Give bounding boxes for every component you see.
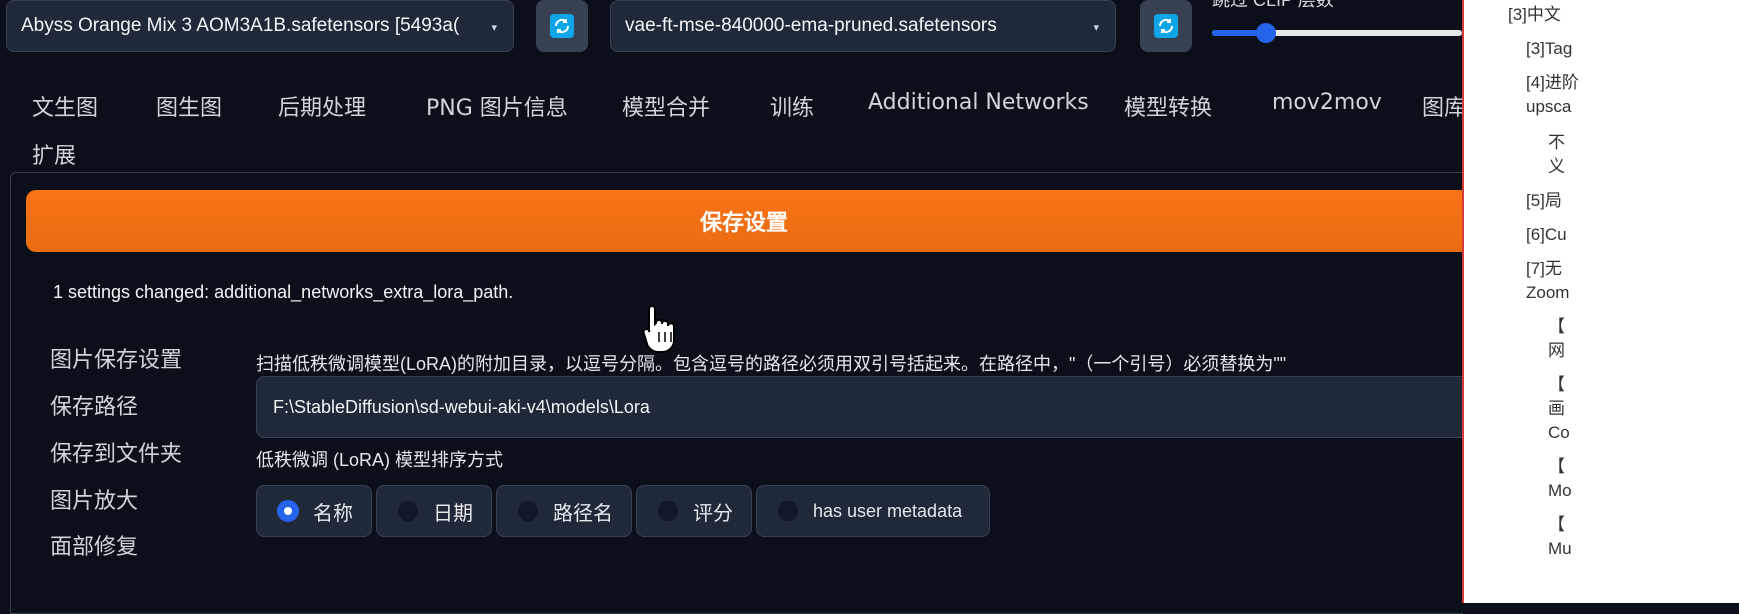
- toc-item[interactable]: Zoom: [1526, 282, 1569, 304]
- radio-label: has user metadata: [813, 500, 963, 521]
- toc-item[interactable]: [4]进阶: [1526, 72, 1579, 94]
- toc-item[interactable]: 【: [1548, 514, 1565, 536]
- radio-dot: [777, 500, 799, 522]
- toc-item[interactable]: [5]局: [1526, 190, 1562, 212]
- radio-dot: [657, 500, 679, 522]
- toc-item[interactable]: 【: [1548, 456, 1565, 478]
- tab-extras[interactable]: 后期处理: [278, 90, 366, 122]
- toc-item[interactable]: 义: [1548, 156, 1565, 178]
- vae-select-value: vae-ft-mse-840000-ema-pruned.safetensors: [625, 15, 997, 36]
- clip-skip-slider[interactable]: [1212, 23, 1462, 43]
- sidebar-item-image-saving[interactable]: 图片保存设置: [50, 342, 182, 374]
- refresh-icon: [1154, 14, 1178, 38]
- toc-item[interactable]: 不: [1548, 132, 1565, 154]
- tab-gallery[interactable]: 图库: [1422, 90, 1466, 122]
- save-settings-button[interactable]: 保存设置: [26, 190, 1462, 252]
- right-doc-pane: [3]中文 [3]Tag [4]进阶 upsca 不 义 [5]局 [6]Cu …: [1462, 0, 1739, 603]
- toc-item[interactable]: Mu: [1548, 538, 1572, 560]
- radio-sort-path[interactable]: 路径名: [496, 485, 632, 537]
- sidebar-item-upscaling[interactable]: 图片放大: [50, 483, 138, 515]
- radio-dot: [277, 500, 299, 522]
- lora-path-value: F:\StableDiffusion\sd-webui-aki-v4\model…: [273, 396, 650, 417]
- toc-item[interactable]: [3]中文: [1508, 4, 1561, 26]
- clip-skip-label: 跳过 CLIP 层数: [1212, 0, 1334, 10]
- radio-label: 评分: [693, 500, 733, 525]
- chevron-down-icon: ▾: [491, 22, 497, 34]
- radio-dot: [397, 500, 419, 522]
- tab-checkpoint-merger[interactable]: 模型合并: [622, 90, 710, 122]
- vae-select[interactable]: vae-ft-mse-840000-ema-pruned.safetensors…: [610, 0, 1116, 52]
- tab-additional-networks[interactable]: Additional Networks: [868, 90, 1089, 115]
- refresh-icon: [550, 14, 574, 38]
- chevron-down-icon: ▾: [1093, 22, 1099, 34]
- toc-item[interactable]: [7]无: [1526, 258, 1562, 280]
- toc-item[interactable]: 【: [1548, 316, 1565, 338]
- radio-label: 名称: [313, 500, 353, 525]
- toc-item[interactable]: upsca: [1526, 96, 1571, 118]
- toc-item[interactable]: [3]Tag: [1526, 38, 1572, 60]
- settings-status: 1 settings changed: additional_networks_…: [53, 282, 514, 302]
- toc-item[interactable]: 画: [1548, 398, 1565, 420]
- radio-sort-date[interactable]: 日期: [376, 485, 492, 537]
- sidebar-item-face-restoration[interactable]: 面部修复: [50, 529, 138, 561]
- radio-label: 路径名: [553, 500, 613, 525]
- main-tabs: 文生图 图生图 后期处理 PNG 图片信息 模型合并 训练 Additional…: [14, 84, 1466, 184]
- hand-cursor-icon: [640, 302, 682, 359]
- lora-path-input[interactable]: F:\StableDiffusion\sd-webui-aki-v4\model…: [256, 376, 1462, 438]
- toc-item[interactable]: 网: [1548, 340, 1565, 362]
- tab-txt2img[interactable]: 文生图: [32, 90, 98, 122]
- model-select[interactable]: Abyss Orange Mix 3 AOM3A1B.safetensors […: [6, 0, 514, 52]
- toc-item[interactable]: Mo: [1548, 480, 1572, 502]
- radio-sort-name[interactable]: 名称: [256, 485, 372, 537]
- lora-sort-label: 低秩微调 (LoRA) 模型排序方式: [256, 450, 504, 470]
- toc-item[interactable]: Co: [1548, 422, 1570, 444]
- tab-train[interactable]: 训练: [770, 90, 814, 122]
- radio-label: 日期: [433, 500, 473, 525]
- toc-item[interactable]: [6]Cu: [1526, 224, 1567, 246]
- radio-sort-user-metadata[interactable]: has user metadata: [756, 485, 990, 537]
- radio-dot: [517, 500, 539, 522]
- model-select-value: Abyss Orange Mix 3 AOM3A1B.safetensors […: [21, 15, 460, 36]
- sidebar-item-save-to-dirs[interactable]: 保存到文件夹: [50, 436, 182, 468]
- radio-sort-rating[interactable]: 评分: [636, 485, 752, 537]
- toc-item[interactable]: 【: [1548, 374, 1565, 396]
- lora-path-label: 扫描低秩微调模型(LoRA)的附加目录，以逗号分隔。包含逗号的路径必须用双引号括…: [256, 354, 1287, 374]
- tab-png-info[interactable]: PNG 图片信息: [426, 90, 568, 122]
- tab-img2img[interactable]: 图生图: [156, 90, 222, 122]
- refresh-vae-button[interactable]: [1140, 0, 1192, 52]
- tab-extensions[interactable]: 扩展: [32, 138, 76, 170]
- slider-thumb[interactable]: [1256, 23, 1276, 43]
- sidebar-item-save-paths[interactable]: 保存路径: [50, 389, 138, 421]
- tab-mov2mov[interactable]: mov2mov: [1272, 90, 1382, 115]
- refresh-model-button[interactable]: [536, 0, 588, 52]
- tab-model-converter[interactable]: 模型转换: [1124, 90, 1212, 122]
